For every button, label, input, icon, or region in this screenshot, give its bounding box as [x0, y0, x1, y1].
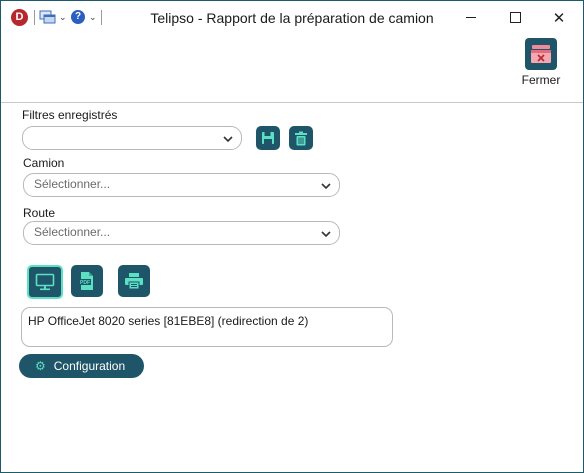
close-report-label: Fermer [521, 73, 561, 87]
close-report-icon [525, 38, 557, 70]
camion-label: Camion [23, 156, 65, 170]
pdf-output-button[interactable]: PDF [71, 265, 103, 297]
pdf-icon: PDF [79, 272, 93, 290]
report-window: D ⌄ ? ⌄ Telipso - Rapport de la préparat… [0, 0, 584, 473]
chevron-down-icon [223, 136, 233, 143]
delete-filter-button[interactable] [289, 126, 313, 150]
help-icon[interactable]: ? [71, 10, 85, 24]
close-icon: ✕ [552, 9, 566, 27]
chevron-down-icon [321, 183, 331, 190]
screen-output-button[interactable] [27, 265, 63, 299]
saved-filters-label: Filtres enregistrés [22, 108, 118, 122]
maximize-icon [509, 12, 521, 23]
help-dropdown-chevron-icon[interactable]: ⌄ [89, 12, 97, 23]
saved-filters-select[interactable] [22, 126, 242, 150]
route-select[interactable]: Sélectionner... [23, 221, 340, 245]
gear-icon: ⚙ [35, 359, 46, 373]
toolbar-divider [1, 102, 583, 103]
printer-icon [125, 273, 143, 290]
windows-dropdown-chevron-icon[interactable]: ⌄ [59, 12, 67, 23]
route-label: Route [23, 206, 56, 220]
print-output-button[interactable] [118, 265, 150, 297]
title-bar: D ⌄ ? ⌄ Telipso - Rapport de la préparat… [1, 1, 583, 34]
configuration-button[interactable]: ⚙ Configuration [19, 354, 144, 378]
printer-field[interactable]: HP OfficeJet 8020 series [81EBE8] (redir… [21, 307, 393, 347]
configuration-label: Configuration [53, 359, 126, 373]
camion-placeholder: Sélectionner... [34, 177, 111, 191]
maximize-button[interactable] [493, 1, 537, 34]
minimize-button[interactable] [449, 1, 493, 34]
windows-icon[interactable] [39, 10, 57, 25]
close-window-button[interactable]: ✕ [537, 1, 581, 34]
save-filter-button[interactable] [256, 126, 280, 150]
chevron-down-icon [321, 231, 331, 238]
app-logo-icon[interactable]: D [11, 9, 28, 26]
minimize-icon [466, 17, 476, 18]
monitor-icon [35, 273, 55, 291]
route-placeholder: Sélectionner... [34, 225, 111, 239]
svg-text:PDF: PDF [80, 280, 90, 286]
printer-value: HP OfficeJet 8020 series [81EBE8] (redir… [28, 314, 309, 328]
camion-select[interactable]: Sélectionner... [23, 173, 340, 197]
trash-icon [295, 131, 307, 145]
title-bar-separator [101, 10, 102, 25]
save-icon [262, 132, 274, 144]
close-report-button[interactable]: Fermer [519, 38, 563, 87]
title-bar-separator [34, 10, 35, 25]
